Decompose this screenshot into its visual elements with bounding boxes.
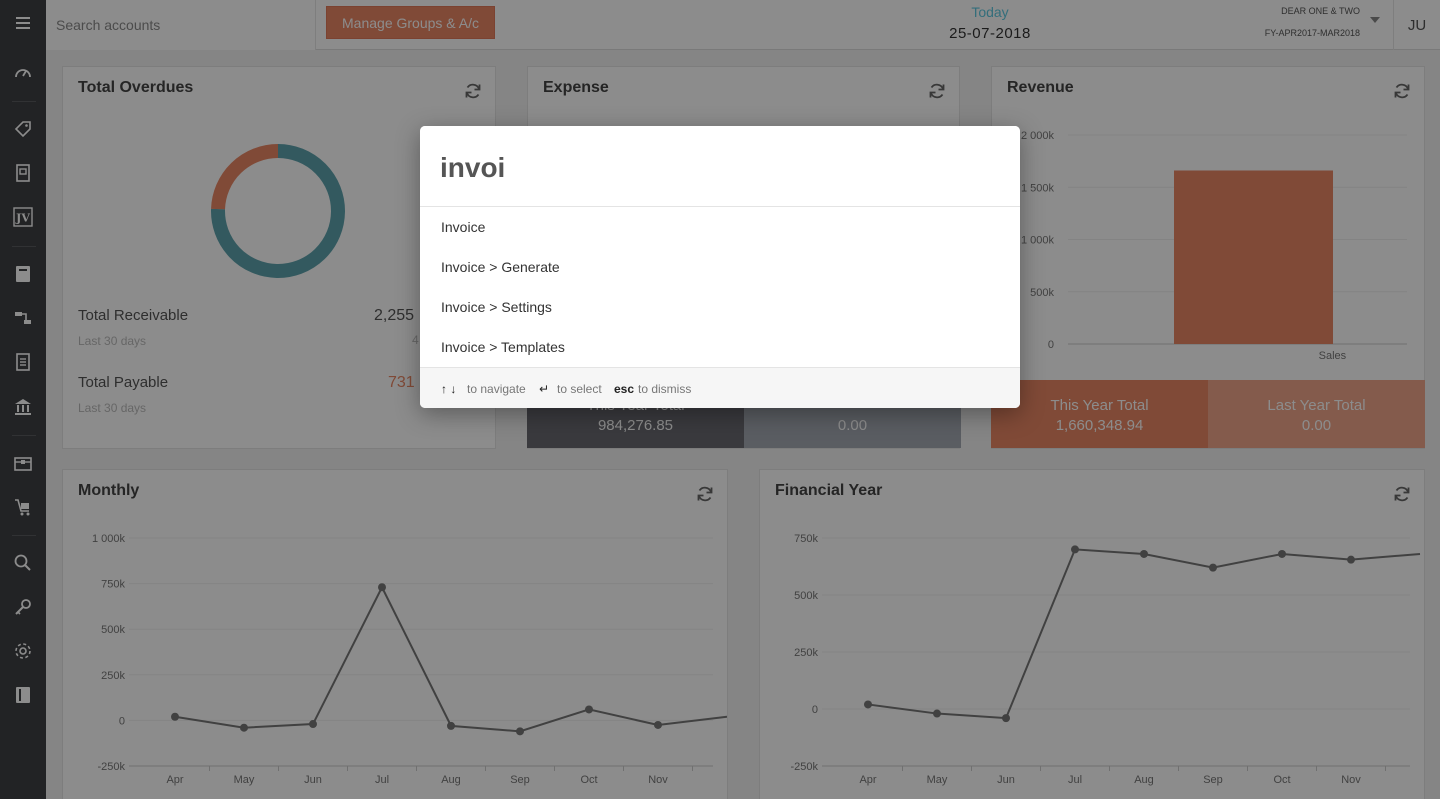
select-hint: to select [557, 382, 602, 396]
result-item[interactable]: Invoice > Settings [420, 287, 1020, 327]
esc-key: esc [614, 382, 635, 396]
arrow-keys-icon: ↑ ↓ [441, 382, 457, 396]
command-search-input[interactable] [420, 126, 1020, 207]
command-palette: Invoice Invoice > Generate Invoice > Set… [420, 126, 1020, 408]
enter-key-icon: ↵ [539, 382, 550, 396]
dismiss-hint: to dismiss [638, 382, 692, 396]
navigate-hint: to navigate [467, 382, 526, 396]
result-item[interactable]: Invoice > Generate [420, 247, 1020, 287]
result-item[interactable]: Invoice [420, 207, 1020, 247]
command-palette-footer: ↑ ↓ to navigate ↵ to select esc to dismi… [420, 367, 1020, 408]
result-item[interactable]: Invoice > Templates [420, 327, 1020, 367]
